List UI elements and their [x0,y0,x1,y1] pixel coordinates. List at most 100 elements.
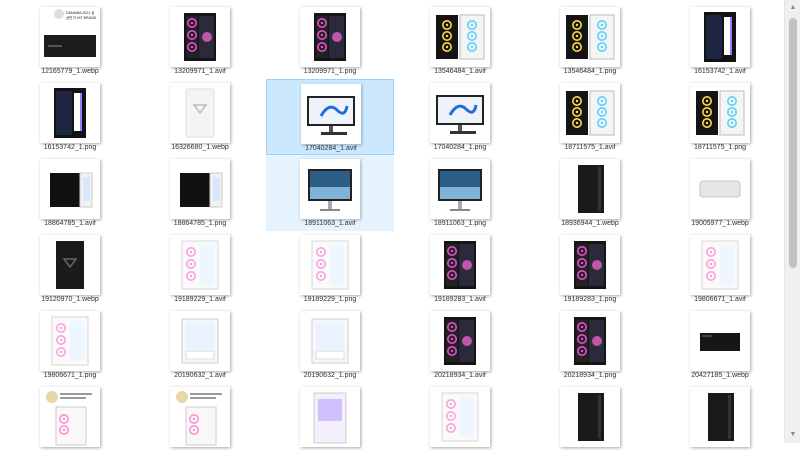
file-name: 19189229_1.png [303,296,357,303]
file-tile[interactable]: 19189229_1.avif [136,231,264,307]
file-tile[interactable]: 19189283_1.avif [396,231,524,307]
file-name: 18911063_1.png [433,220,487,227]
file-thumbnail [170,235,230,295]
file-thumbnail [430,235,490,295]
file-thumbnail [300,311,360,371]
file-name: 18864785_1.png [173,220,227,227]
file-thumbnail [301,84,361,144]
file-tile[interactable]: 16153742_1.png [6,79,134,155]
file-tile[interactable]: 19806671_1.avif [656,231,784,307]
file-name: 13546484_1.avif [434,68,486,75]
file-thumbnail [300,387,360,447]
file-thumbnail [690,83,750,143]
file-tile[interactable]: 20190632_1.avif [136,307,264,383]
file-thumbnail [560,83,620,143]
file-thumbnail [40,235,100,295]
file-name: 18936944_1.webp [561,220,619,227]
file-thumbnail [40,311,100,371]
file-name: 13209971_1.avif [174,68,226,75]
scroll-thumb[interactable] [789,18,797,268]
file-tile[interactable]: 18911063_1.png [396,155,524,231]
file-thumbnail [690,387,750,447]
file-thumbnail: DANAWA 2021 상 상반기 HIT BRAND [40,7,100,67]
file-tile[interactable] [526,383,654,459]
file-thumbnail [560,159,620,219]
file-name: 19189283_1.avif [434,296,486,303]
file-tile[interactable]: 18864785_1.png [136,155,264,231]
badge-line2: 상반기 HIT BRAND [66,15,97,20]
file-name: 17040284_1.png [433,144,487,151]
file-name: 18711575_1.png [693,144,747,151]
file-thumbnail [690,235,750,295]
file-name: 19189283_1.png [563,296,617,303]
file-thumbnail [300,7,360,67]
file-thumbnail [170,159,230,219]
file-thumbnail [560,387,620,447]
vertical-scrollbar[interactable]: ▲ ▼ [784,0,800,443]
file-thumbnail [690,311,750,371]
file-thumbnail [560,311,620,371]
file-thumbnail [560,7,620,67]
file-thumbnail [430,311,490,371]
file-thumbnail [40,387,100,447]
file-tile[interactable]: 13209971_1.avif [136,3,264,79]
file-tile[interactable]: 20218934_1.avif [396,307,524,383]
file-name: 20190632_1.avif [174,372,226,379]
file-name: 20218934_1.png [563,372,617,379]
file-tile[interactable]: 18911063_1.avif [266,155,394,231]
file-tile[interactable]: 13546484_1.avif [396,3,524,79]
chevron-down-icon[interactable]: ▼ [785,427,800,443]
file-thumbnail [690,7,750,67]
file-tile[interactable]: 19806671_1.png [6,307,134,383]
file-tile[interactable]: 18936944_1.webp [526,155,654,231]
file-name: 16326680_1.webp [171,144,229,151]
file-name: 13546484_1.png [563,68,617,75]
file-tile[interactable]: 17040284_1.avif [266,79,394,155]
file-tile[interactable]: 13209971_1.png [266,3,394,79]
file-name: 12165779_1.webp [41,68,99,75]
file-tile[interactable]: 19005977_1.webp [656,155,784,231]
file-name: 18864785_1.avif [44,220,96,227]
file-tile[interactable]: 16153742_1.avif [656,3,784,79]
file-tile[interactable] [656,383,784,459]
file-grid: DANAWA 2021 상 상반기 HIT BRAND 12165779_1.web… [0,0,784,447]
file-tile[interactable]: 16326680_1.webp [136,79,264,155]
file-name: 19189229_1.avif [174,296,226,303]
file-tile[interactable] [396,383,524,459]
file-tile[interactable]: 18711575_1.avif [526,79,654,155]
file-thumbnail [430,387,490,447]
file-tile[interactable]: 20218934_1.png [526,307,654,383]
file-name: 18711575_1.avif [564,144,616,151]
file-thumbnail [170,311,230,371]
file-tile[interactable]: 20427185_1.webp [656,307,784,383]
file-thumbnail [560,235,620,295]
chevron-up-icon[interactable]: ▲ [785,0,800,16]
file-tile[interactable] [6,383,134,459]
file-tile[interactable]: 13546484_1.png [526,3,654,79]
file-name: 20190632_1.png [303,372,357,379]
file-tile[interactable] [266,383,394,459]
file-thumbnail [300,235,360,295]
file-tile[interactable]: 18711575_1.png [656,79,784,155]
file-tile[interactable]: DANAWA 2021 상 상반기 HIT BRAND 12165779_1.web… [6,3,134,79]
file-thumbnail [690,159,750,219]
file-thumbnail [430,7,490,67]
file-thumbnail [170,7,230,67]
file-name: 19806671_1.avif [694,296,746,303]
file-thumbnail [170,387,230,447]
file-name: 19005977_1.webp [691,220,749,227]
file-tile[interactable]: 20190632_1.png [266,307,394,383]
file-thumbnail [430,159,490,219]
file-tile[interactable]: 18864785_1.avif [6,155,134,231]
file-name: 16153742_1.avif [694,68,746,75]
file-thumbnail [300,159,360,219]
file-tile[interactable] [136,383,264,459]
file-tile[interactable]: 19120970_1.webp [6,231,134,307]
file-name: 17040284_1.avif [305,145,357,152]
file-tile[interactable]: 17040284_1.png [396,79,524,155]
file-name: 19806671_1.png [43,372,97,379]
file-tile[interactable]: 19189283_1.png [526,231,654,307]
file-tile[interactable]: 19189229_1.png [266,231,394,307]
file-thumbnail [430,83,490,143]
file-name: 20218934_1.avif [434,372,486,379]
